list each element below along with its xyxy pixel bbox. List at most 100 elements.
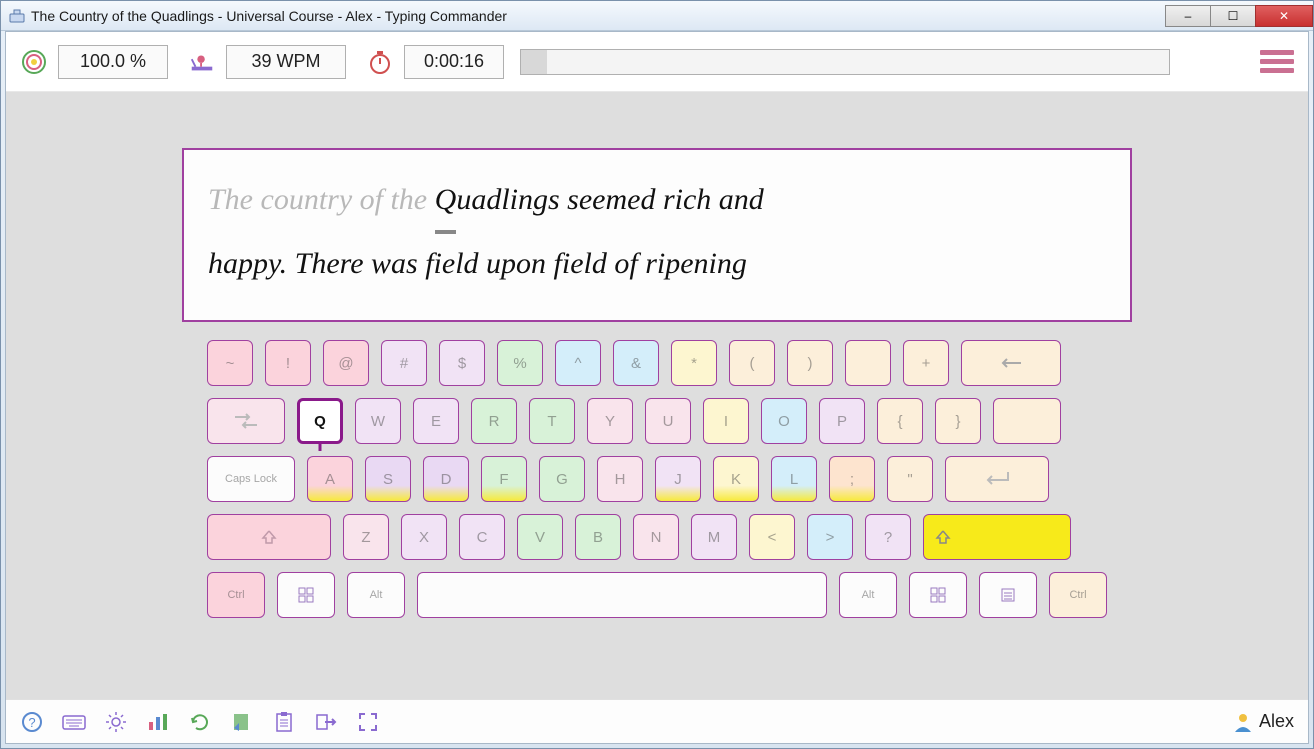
- key-p[interactable]: P: [819, 398, 865, 444]
- key-backslash[interactable]: [993, 398, 1061, 444]
- key-left-win[interactable]: [277, 572, 335, 618]
- keyboard-row-3: Caps Lock A S D F G H J K L ; ": [207, 456, 1107, 502]
- help-icon[interactable]: ?: [20, 710, 44, 734]
- tab-icon: [233, 413, 259, 429]
- key-7[interactable]: &: [613, 340, 659, 386]
- key-3[interactable]: #: [381, 340, 427, 386]
- key-e[interactable]: E: [413, 398, 459, 444]
- key-d[interactable]: D: [423, 456, 469, 502]
- key-right-ctrl[interactable]: Ctrl: [1049, 572, 1107, 618]
- key-slash[interactable]: ?: [865, 514, 911, 560]
- key-capslock[interactable]: Caps Lock: [207, 456, 295, 502]
- key-k[interactable]: K: [713, 456, 759, 502]
- key-semicolon[interactable]: ;: [829, 456, 875, 502]
- key-space[interactable]: [417, 572, 827, 618]
- keyboard-row-4: Z X C V B N M < > ?: [207, 514, 1107, 560]
- key-n[interactable]: N: [633, 514, 679, 560]
- remaining-text-1: uadlings seemed rich and: [456, 183, 763, 216]
- export-icon[interactable]: [314, 710, 338, 734]
- clipboard-icon[interactable]: [272, 710, 296, 734]
- keyboard-layout-icon[interactable]: [62, 710, 86, 734]
- key-1[interactable]: !: [265, 340, 311, 386]
- key-left-alt[interactable]: Alt: [347, 572, 405, 618]
- work-area: The country of the Quadlings seemed rich…: [6, 92, 1308, 699]
- key-tilde[interactable]: ~: [207, 340, 253, 386]
- key-h[interactable]: H: [597, 456, 643, 502]
- key-left-ctrl[interactable]: Ctrl: [207, 572, 265, 618]
- stats-bar: 100.0 % 39 WPM 0:00:16: [6, 32, 1308, 92]
- virtual-keyboard: ~ ! @ # $ % ^ & * ( ) +: [207, 340, 1107, 618]
- key-minus[interactable]: [845, 340, 891, 386]
- app-window: The Country of the Quadlings - Universal…: [0, 0, 1314, 749]
- key-r[interactable]: R: [471, 398, 517, 444]
- key-comma[interactable]: <: [749, 514, 795, 560]
- key-y[interactable]: Y: [587, 398, 633, 444]
- key-l[interactable]: L: [771, 456, 817, 502]
- user-indicator[interactable]: Alex: [1233, 711, 1294, 732]
- progress-bar: [520, 49, 1170, 75]
- key-right-win[interactable]: [909, 572, 967, 618]
- key-o[interactable]: O: [761, 398, 807, 444]
- minimize-button[interactable]: –: [1165, 5, 1211, 27]
- key-t[interactable]: T: [529, 398, 575, 444]
- key-m[interactable]: M: [691, 514, 737, 560]
- statistics-icon[interactable]: [146, 710, 170, 734]
- key-equals[interactable]: +: [903, 340, 949, 386]
- key-z[interactable]: Z: [343, 514, 389, 560]
- current-char: Q: [435, 170, 457, 234]
- key-tab[interactable]: [207, 398, 285, 444]
- close-button[interactable]: ✕: [1255, 5, 1313, 27]
- window-title: The Country of the Quadlings - Universal…: [31, 8, 1166, 24]
- key-quote[interactable]: ": [887, 456, 933, 502]
- key-lbracket[interactable]: {: [877, 398, 923, 444]
- context-menu-icon: [1000, 587, 1016, 603]
- restart-icon[interactable]: [188, 710, 212, 734]
- key-6[interactable]: ^: [555, 340, 601, 386]
- key-b[interactable]: B: [575, 514, 621, 560]
- key-q[interactable]: Q: [297, 398, 343, 444]
- maximize-button[interactable]: ☐: [1210, 5, 1256, 27]
- key-5[interactable]: %: [497, 340, 543, 386]
- key-s[interactable]: S: [365, 456, 411, 502]
- key-right-alt[interactable]: Alt: [839, 572, 897, 618]
- remaining-text-2: happy. There was field upon field of rip…: [208, 247, 747, 280]
- user-name: Alex: [1259, 711, 1294, 732]
- key-backspace[interactable]: [961, 340, 1061, 386]
- settings-icon[interactable]: [104, 710, 128, 734]
- key-g[interactable]: G: [539, 456, 585, 502]
- key-right-shift[interactable]: [923, 514, 1071, 560]
- key-0[interactable]: ): [787, 340, 833, 386]
- backspace-icon: [999, 356, 1023, 370]
- key-v[interactable]: V: [517, 514, 563, 560]
- shift-up-icon: [935, 529, 951, 545]
- progress-fill: [521, 50, 547, 74]
- accuracy-value: 100.0 %: [58, 45, 168, 79]
- key-4[interactable]: $: [439, 340, 485, 386]
- keyboard-row-5: Ctrl Alt Alt Ctrl: [207, 572, 1107, 618]
- key-f[interactable]: F: [481, 456, 527, 502]
- key-left-shift[interactable]: [207, 514, 331, 560]
- enter-icon: [982, 470, 1012, 488]
- key-j[interactable]: J: [655, 456, 701, 502]
- key-2[interactable]: @: [323, 340, 369, 386]
- key-context-menu[interactable]: [979, 572, 1037, 618]
- key-9[interactable]: (: [729, 340, 775, 386]
- speed-icon: [188, 48, 216, 76]
- key-rbracket[interactable]: }: [935, 398, 981, 444]
- key-8[interactable]: *: [671, 340, 717, 386]
- client-area: 100.0 % 39 WPM 0:00:16 The country of th…: [5, 31, 1309, 744]
- key-period[interactable]: >: [807, 514, 853, 560]
- fullscreen-icon[interactable]: [356, 710, 380, 734]
- key-u[interactable]: U: [645, 398, 691, 444]
- shift-up-icon: [261, 529, 277, 545]
- accuracy-icon: [20, 48, 48, 76]
- user-icon: [1233, 712, 1253, 732]
- key-a[interactable]: A: [307, 456, 353, 502]
- key-i[interactable]: I: [703, 398, 749, 444]
- key-w[interactable]: W: [355, 398, 401, 444]
- key-enter[interactable]: [945, 456, 1049, 502]
- key-c[interactable]: C: [459, 514, 505, 560]
- hamburger-menu-icon[interactable]: [1260, 48, 1294, 76]
- key-x[interactable]: X: [401, 514, 447, 560]
- lesson-plan-icon[interactable]: [230, 710, 254, 734]
